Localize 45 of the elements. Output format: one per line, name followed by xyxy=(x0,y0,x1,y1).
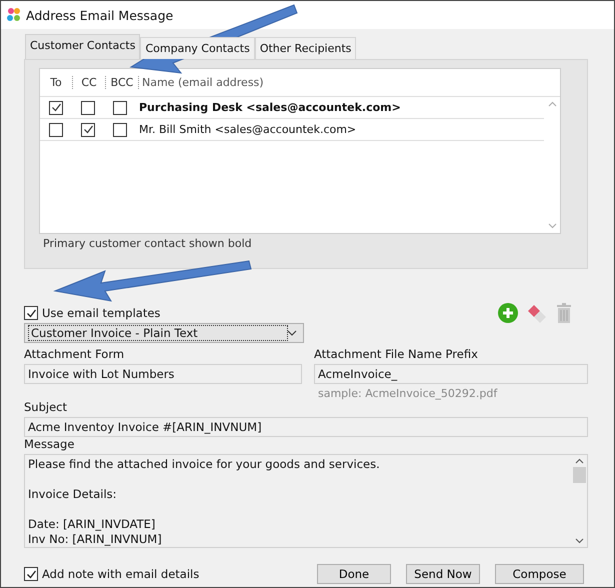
field-label: Attachment Form xyxy=(24,347,126,363)
prefix-field[interactable]: AcmeInvoice_ xyxy=(314,364,588,384)
dialog-button[interactable]: Send Now xyxy=(406,564,480,584)
dialog-button[interactable]: Done xyxy=(317,564,391,584)
add-icon[interactable] xyxy=(498,303,518,323)
checkbox[interactable] xyxy=(49,122,63,136)
checkbox[interactable] xyxy=(81,100,95,114)
contact-name: Purchasing Desk <sales@accountek.com> xyxy=(138,101,401,114)
hint-text: Primary customer contact shown bold xyxy=(42,236,253,250)
column-header[interactable]: Name (email address) xyxy=(139,76,264,89)
checkbox-label: Use email templates xyxy=(42,306,160,320)
scroll-thumb[interactable] xyxy=(573,467,586,483)
checkbox[interactable] xyxy=(24,306,38,320)
message-line: Inv No: [ARIN_INVNUM] xyxy=(28,532,163,547)
checkbox[interactable] xyxy=(49,100,63,114)
scroll-down-icon[interactable] xyxy=(575,538,584,544)
window-title: Address Email Message xyxy=(26,8,174,22)
template-dropdown[interactable]: Customer Invoice - Plain Text xyxy=(24,323,304,343)
message-line: Invoice Details: xyxy=(28,487,118,502)
message-line: Please find the attached invoice for your goods and services. xyxy=(28,457,381,472)
scroll-up-icon[interactable] xyxy=(575,458,584,464)
chevron-down-icon[interactable] xyxy=(287,330,297,336)
field-label: Message xyxy=(24,437,76,453)
checkbox-label: Add note with email details xyxy=(42,567,200,581)
subject-field[interactable]: Acme Inventoy Invoice #[ARIN_INVNUM] xyxy=(24,417,588,437)
message-field[interactable]: Please find the attached invoice for your goods and services. Invoice Details: Date: [ARIN_INVDATE] Inv No: [ARIN_INVNUM] xyxy=(24,454,588,548)
checkbox[interactable] xyxy=(24,567,38,581)
field-label: Subject xyxy=(24,400,68,416)
sample-text: sample: AcmeInvoice_50292.pdf xyxy=(317,386,498,400)
attachment-form-field[interactable]: Invoice with Lot Numbers xyxy=(24,364,302,384)
checkbox[interactable] xyxy=(81,122,95,136)
message-line: Date: [ARIN_INVDATE] xyxy=(28,517,156,532)
field-label: Attachment File Name Prefix xyxy=(314,347,479,363)
tab[interactable]: Other Recipients xyxy=(254,37,356,59)
tab[interactable]: Company Contacts xyxy=(140,37,255,59)
column-header[interactable]: To xyxy=(40,76,73,89)
checkbox[interactable] xyxy=(113,122,127,136)
eraser-icon[interactable] xyxy=(526,303,548,323)
contact-name: Mr. Bill Smith <sales@accountek.com> xyxy=(138,123,356,136)
checkbox[interactable] xyxy=(113,100,127,114)
column-header[interactable]: CC xyxy=(73,76,106,89)
dialog-button[interactable]: Compose xyxy=(495,564,584,584)
column-header[interactable]: BCC xyxy=(106,76,139,89)
tab[interactable]: Customer Contacts xyxy=(25,34,140,59)
app-logo-icon xyxy=(6,7,22,23)
